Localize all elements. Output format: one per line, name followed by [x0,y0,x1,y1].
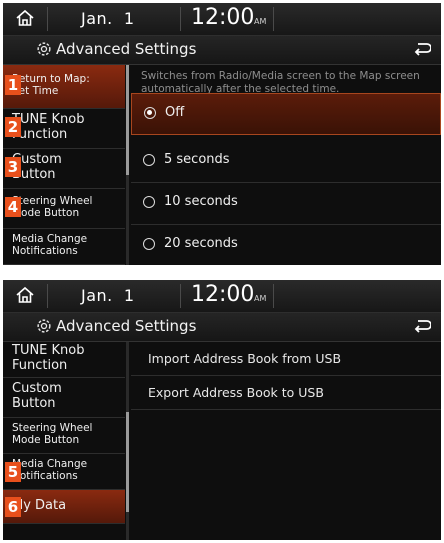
divider [180,7,181,31]
sidebar-item-media-change-notifications[interactable]: Media Change Notifications [3,454,125,490]
time-display: 12:00 [191,5,255,30]
list-item-label: Import Address Book from USB [148,351,342,366]
status-bar: Jan. 1 12:00 AM [3,280,441,313]
sidebar-item-steering-wheel-mode-button[interactable]: Steering Wheel Mode Button [3,418,125,454]
settings-sidebar: TUNE Knob Function Custom Button Steering Wh… [3,342,125,540]
radio-unchecked-icon[interactable] [143,196,155,208]
sidebar-item-my-data[interactable]: My Data [3,490,125,524]
time-display: 12:00 [191,282,255,307]
advanced-settings-screen-2: Jan. 1 12:00 AM Advanced Settings TUNE K… [3,280,441,540]
gear-icon [37,42,51,56]
sidebar-item-label: Mode Button [12,206,80,219]
sidebar-item-label: My Data [12,497,67,513]
back-icon[interactable] [413,318,431,334]
radio-checked-icon[interactable] [144,107,156,119]
sidebar-item-tune-knob-function[interactable]: TUNE Knob Function [3,342,125,378]
callout-number-badge: 1 [5,75,21,95]
radio-option-20-seconds[interactable]: 20 seconds [131,225,441,265]
radio-option-off[interactable]: Off [131,93,441,135]
home-icon[interactable] [15,285,35,305]
date-display: Jan. 1 [81,9,135,28]
radio-option-5-seconds[interactable]: 5 seconds [131,141,441,183]
radio-option-label: 20 seconds [164,236,238,251]
sidebar-item-steering-wheel-mode-button[interactable]: Steering Wheel Mode Button [3,189,125,229]
status-bar: Jan. 1 12:00 AM [3,3,441,36]
page-title: Advanced Settings [56,40,197,58]
sidebar-item-label: Notifications [12,244,78,257]
ampm-display: AM [254,17,267,26]
sidebar-item-custom-button[interactable]: Custom Button [3,378,125,418]
home-icon[interactable] [15,8,35,28]
sidebar-item-label: Set Time [12,84,59,97]
callout-number-badge: 6 [5,497,21,517]
sidebar-item-label: TUNE Knob [12,343,85,359]
sidebar-item-label: Mode Button [12,433,80,446]
page-title: Advanced Settings [56,317,197,335]
divider [47,7,48,31]
sidebar-item-label: Custom [12,152,62,168]
sidebar-item-label: Custom [12,381,62,397]
callout-number-badge: 4 [5,197,21,217]
advanced-settings-screen-1: Jan. 1 12:00 AM Advanced Settings Return… [3,3,441,265]
title-bar: Advanced Settings [3,313,441,342]
list-item-export-address-book-to-usb[interactable]: Export Address Book to USB [131,376,441,410]
sidebar-item-label: TUNE Knob [12,112,85,128]
sidebar-item-custom-button[interactable]: Custom Button [3,149,125,189]
ampm-display: AM [254,294,267,303]
list-item-import-address-book-from-usb[interactable]: Import Address Book from USB [131,342,441,376]
scrollbar-thumb[interactable] [126,65,129,175]
title-bar: Advanced Settings [3,36,441,65]
sidebar-item-label: Button [12,166,56,182]
settings-content: Switches from Radio/Media screen to the … [131,65,441,265]
sidebar-item-return-to-map-set-time[interactable]: Return to Map: Set Time [3,65,125,109]
radio-option-label: Off [165,105,185,120]
radio-option-10-seconds[interactable]: 10 seconds [131,183,441,225]
sidebar-item-label: Button [12,395,56,411]
back-icon[interactable] [413,41,431,57]
callout-number-badge: 5 [5,462,21,482]
sidebar-item-media-change-notifications[interactable]: Media Change Notifications [3,229,125,265]
divider [273,284,274,308]
callout-number-badge: 2 [5,117,21,137]
divider [180,284,181,308]
settings-content: Import Address Book from USB Export Addre… [131,342,441,540]
radio-unchecked-icon[interactable] [143,154,155,166]
scrollbar-thumb[interactable] [126,412,129,512]
sidebar-item-tune-knob-function[interactable]: TUNE Knob Function [3,109,125,149]
divider [47,284,48,308]
radio-option-label: 10 seconds [164,194,238,209]
radio-option-label: 5 seconds [164,152,230,167]
date-display: Jan. 1 [81,286,135,305]
list-item-label: Export Address Book to USB [148,385,324,400]
settings-sidebar: Return to Map: Set Time TUNE Knob Function C… [3,65,125,265]
divider [273,7,274,31]
radio-unchecked-icon[interactable] [143,238,155,250]
gear-icon [37,319,51,333]
callout-number-badge: 3 [5,157,21,177]
sidebar-item-label: Function [12,126,68,142]
sidebar-item-label: Notifications [12,469,78,482]
sidebar-item-label: Function [12,357,68,373]
